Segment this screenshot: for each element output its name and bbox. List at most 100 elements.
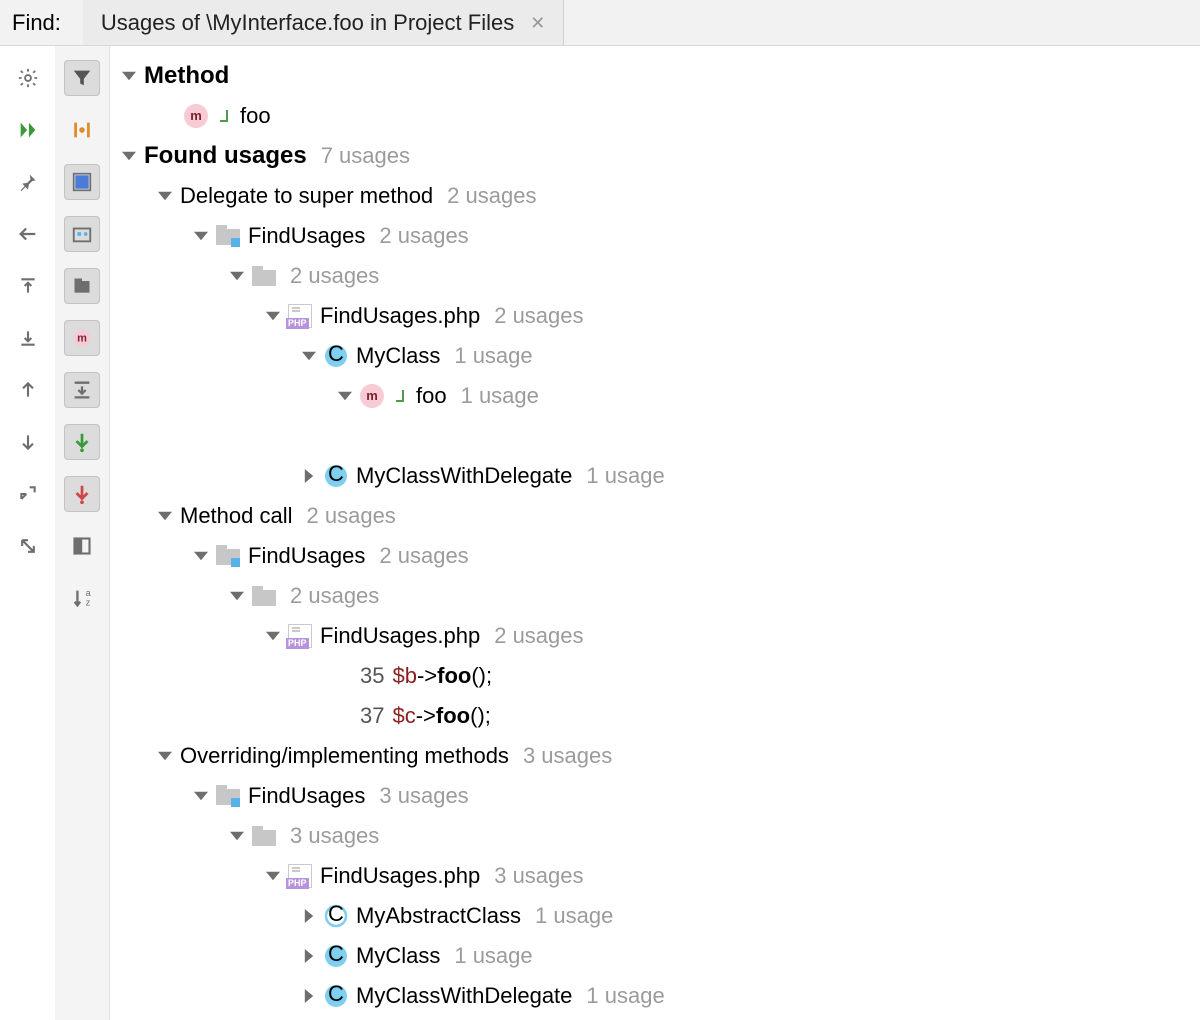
usage-count: 3 usages [379, 776, 468, 816]
find-label: Find: [0, 0, 83, 45]
tree-node-method[interactable]: m foo 1 usage [110, 376, 1200, 416]
tree-node-module[interactable]: FindUsages 3 usages [110, 776, 1200, 816]
visibility-icon [392, 384, 408, 408]
code-fragment: foo [437, 656, 471, 696]
tab-title: Usages of \MyInterface.foo in Project Fi… [101, 10, 514, 36]
tree-node-class[interactable]: C MyClassWithDelegate 1 usage [110, 456, 1200, 496]
chevron-down-icon [192, 227, 210, 245]
php-file-icon: PHP [288, 624, 312, 648]
usage-count: 2 usages [290, 256, 379, 296]
tree-node-method-target[interactable]: m foo [110, 96, 1200, 136]
chevron-right-icon [300, 987, 318, 1005]
folder-icon [252, 584, 276, 608]
tree-node-module[interactable]: FindUsages 2 usages [110, 536, 1200, 576]
folder-icon [252, 264, 276, 288]
chevron-down-icon [120, 147, 138, 165]
tree-node-class[interactable]: C MyAbstractClass 1 usage [110, 896, 1200, 936]
class-icon: C [324, 344, 348, 368]
chevron-down-icon [336, 387, 354, 405]
class-label: MyClassWithDelegate [356, 976, 572, 1016]
tree-node-found-usages[interactable]: Found usages 7 usages [110, 136, 1200, 176]
usage-count: 2 usages [290, 576, 379, 616]
prev-occurrence-button[interactable] [10, 372, 46, 408]
preview-button[interactable] [64, 528, 100, 564]
group-by-package-button[interactable] [64, 268, 100, 304]
chevron-right-icon [300, 947, 318, 965]
find-results-tab[interactable]: Usages of \MyInterface.foo in Project Fi… [83, 0, 564, 45]
settings-button[interactable] [10, 60, 46, 96]
tree-node-class[interactable]: C MyClass 1 usage [110, 336, 1200, 376]
file-label: FindUsages.php [320, 856, 480, 896]
group-by-module-button[interactable] [64, 216, 100, 252]
tree-node-file[interactable]: PHP FindUsages.php 2 usages [110, 616, 1200, 656]
tree-node-class[interactable]: C MyClassWithDelegate 1 usage [110, 976, 1200, 1016]
tree-node-usage-selected[interactable]: 21 parent::foo(); [110, 416, 1200, 456]
tree-node-class[interactable]: C MyClass 1 usage [110, 936, 1200, 976]
show-write-access-button[interactable] [64, 476, 100, 512]
tree-node-category-delegate[interactable]: Delegate to super method 2 usages [110, 176, 1200, 216]
file-label: FindUsages.php [320, 616, 480, 656]
tree-node-module[interactable]: FindUsages 2 usages [110, 216, 1200, 256]
tree-node-file[interactable]: PHP FindUsages.php 3 usages [110, 856, 1200, 896]
method-icon: m [360, 384, 384, 408]
tool-gutter-left [0, 46, 55, 1020]
tree-node-category-overriding[interactable]: Overriding/implementing methods 3 usages [110, 736, 1200, 776]
class-label: MyClass [356, 936, 440, 976]
file-label: FindUsages.php [320, 296, 480, 336]
open-new-tab-button[interactable] [10, 528, 46, 564]
export-button[interactable] [10, 476, 46, 512]
pin-button[interactable] [10, 164, 46, 200]
class-icon: C [324, 984, 348, 1008]
usage-count: 2 usages [447, 176, 536, 216]
class-label: MyClass [356, 336, 440, 376]
tree-node-category-method-call[interactable]: Method call 2 usages [110, 496, 1200, 536]
code-fragment: $c [392, 696, 415, 736]
rerun-button[interactable] [10, 112, 46, 148]
class-icon: C [324, 944, 348, 968]
module-label: FindUsages [248, 776, 365, 816]
code-fragment: $b [392, 656, 416, 696]
chevron-down-icon [228, 267, 246, 285]
next-occurrence-button[interactable] [10, 424, 46, 460]
heading-label: Found usages [144, 136, 307, 176]
show-read-access-button[interactable] [64, 424, 100, 460]
collapse-all-button[interactable] [10, 320, 46, 356]
php-file-icon: PHP [288, 304, 312, 328]
chevron-down-icon [264, 867, 282, 885]
category-label: Delegate to super method [180, 176, 433, 216]
usages-tree[interactable]: Method m foo Found usages 7 usages Deleg… [110, 46, 1200, 1020]
chevron-down-icon [192, 787, 210, 805]
folder-icon [252, 824, 276, 848]
usage-count: 2 usages [379, 536, 468, 576]
chevron-down-icon [192, 547, 210, 565]
expand-all-button[interactable] [10, 268, 46, 304]
tree-node-folder[interactable]: 2 usages [110, 576, 1200, 616]
heading-label: Method [144, 56, 229, 96]
chevron-down-icon [120, 67, 138, 85]
usage-count: 2 usages [307, 496, 396, 536]
usage-count: 3 usages [523, 736, 612, 776]
show-import-statements-button[interactable] [64, 372, 100, 408]
filter-button[interactable] [64, 60, 100, 96]
module-label: FindUsages [248, 536, 365, 576]
sort-alphabetically-button[interactable]: az [64, 580, 100, 616]
chevron-down-icon [228, 827, 246, 845]
chevron-down-icon [156, 187, 174, 205]
group-by-file-structure-button[interactable]: m [64, 320, 100, 356]
tree-node-file[interactable]: PHP FindUsages.php 2 usages [110, 296, 1200, 336]
back-button[interactable] [10, 216, 46, 252]
svg-text:C: C [328, 984, 344, 1006]
svg-text:C: C [328, 904, 344, 926]
code-fragment: (); [470, 696, 491, 736]
tree-node-method-heading[interactable]: Method [110, 56, 1200, 96]
group-by-test-button[interactable] [64, 112, 100, 148]
close-tab-icon[interactable]: ✕ [530, 14, 545, 32]
svg-text:C: C [328, 464, 344, 486]
module-icon [216, 784, 240, 808]
group-by-usage-type-button[interactable] [64, 164, 100, 200]
tree-node-usage[interactable]: 35 $b->foo(); [110, 656, 1200, 696]
tree-node-folder[interactable]: 2 usages [110, 256, 1200, 296]
tool-gutter-right: m az [55, 46, 110, 1020]
tree-node-usage[interactable]: 37 $c->foo(); [110, 696, 1200, 736]
tree-node-folder[interactable]: 3 usages [110, 816, 1200, 856]
